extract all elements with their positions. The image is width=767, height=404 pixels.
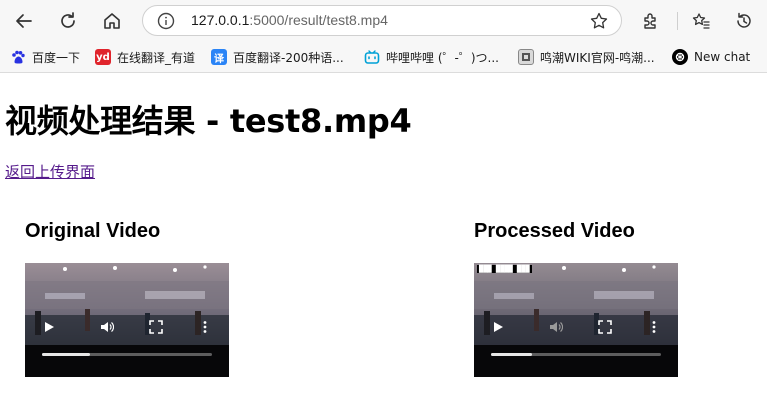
video-progress-fill [42, 353, 90, 356]
extensions-button[interactable] [636, 6, 666, 36]
url-path: :5000/result/test8.mp4 [249, 12, 388, 28]
bookmark-label: 哔哩哔哩 (゜-゜)つ... [386, 50, 499, 65]
wuwa-wiki-icon [518, 49, 534, 65]
original-video-section: Original Video [25, 220, 229, 377]
bookmark-label: 在线翻译_有道 [117, 50, 196, 65]
home-icon [104, 13, 120, 29]
frame-overlay-text: ███ ████ ███ [477, 265, 532, 273]
bilibili-tv-icon [364, 49, 380, 65]
star-icon[interactable] [589, 11, 609, 31]
toolbar-divider [677, 12, 678, 30]
back-button[interactable] [9, 6, 39, 36]
bookmark-bilibili[interactable]: 哔哩哔哩 (゜-゜)つ... [364, 47, 499, 67]
more-options-icon[interactable] [198, 320, 212, 334]
baidu-translate-icon: 译 [211, 49, 227, 65]
bookmark-label: 百度一下 [32, 50, 81, 65]
play-icon[interactable] [42, 320, 56, 334]
baidu-paw-icon [10, 49, 26, 65]
bookmark-baidu[interactable]: 百度一下 [10, 47, 80, 67]
bookmark-wuwa-wiki[interactable]: 鸣潮WIKI官网-鸣潮... [518, 47, 655, 67]
url-text[interactable]: 127.0.0.1:5000/result/test8.mp4 [191, 12, 388, 28]
original-video-player[interactable] [25, 263, 229, 377]
info-icon[interactable] [156, 11, 176, 31]
history-icon [737, 12, 751, 28]
processed-video-section: Processed Video ███ ████ ███ [474, 220, 678, 377]
browser-toolbar: 127.0.0.1:5000/result/test8.mp4 [0, 0, 767, 41]
url-host: 127.0.0.1 [191, 12, 250, 28]
page-title: 视频处理结果 - test8.mp4 [5, 102, 412, 140]
volume-icon[interactable] [549, 320, 563, 334]
favorites-button[interactable] [686, 6, 716, 36]
reload-icon [61, 12, 75, 28]
bookmarks-bar: 百度一下 yd 在线翻译_有道 译 百度翻译-200种语... 哔哩哔哩 (゜-… [0, 41, 767, 73]
bookmark-label: New chat [694, 50, 751, 64]
fullscreen-icon[interactable] [149, 320, 163, 334]
bookmark-new-chat[interactable]: New chat [672, 47, 750, 67]
video-progress-bar[interactable] [491, 353, 661, 356]
arrow-left-icon [16, 14, 32, 28]
video-title: Processed Video [474, 220, 635, 242]
puzzle-icon [644, 13, 656, 29]
bookmark-baidu-translate[interactable]: 译 百度翻译-200种语... [211, 47, 344, 67]
video-progress-bar[interactable] [42, 353, 212, 356]
video-progress-fill [491, 353, 532, 356]
back-to-upload-link[interactable]: 返回上传界面 [5, 161, 95, 182]
play-icon[interactable] [491, 320, 505, 334]
home-button[interactable] [97, 6, 127, 36]
history-button[interactable] [729, 6, 759, 36]
address-bar[interactable]: 127.0.0.1:5000/result/test8.mp4 [142, 5, 622, 36]
reload-button[interactable] [53, 6, 83, 36]
bookmark-youdao[interactable]: yd 在线翻译_有道 [95, 47, 195, 67]
volume-icon[interactable] [100, 320, 114, 334]
fullscreen-icon[interactable] [598, 320, 612, 334]
youdao-icon: yd [95, 49, 111, 65]
bookmark-label: 百度翻译-200种语... [233, 50, 344, 65]
more-options-icon[interactable] [647, 320, 661, 334]
processed-video-player[interactable]: ███ ████ ███ [474, 263, 678, 377]
openai-icon [672, 49, 688, 65]
favorites-star-icon [692, 13, 710, 29]
video-title: Original Video [25, 220, 161, 242]
bookmark-label: 鸣潮WIKI官网-鸣潮... [540, 50, 655, 65]
